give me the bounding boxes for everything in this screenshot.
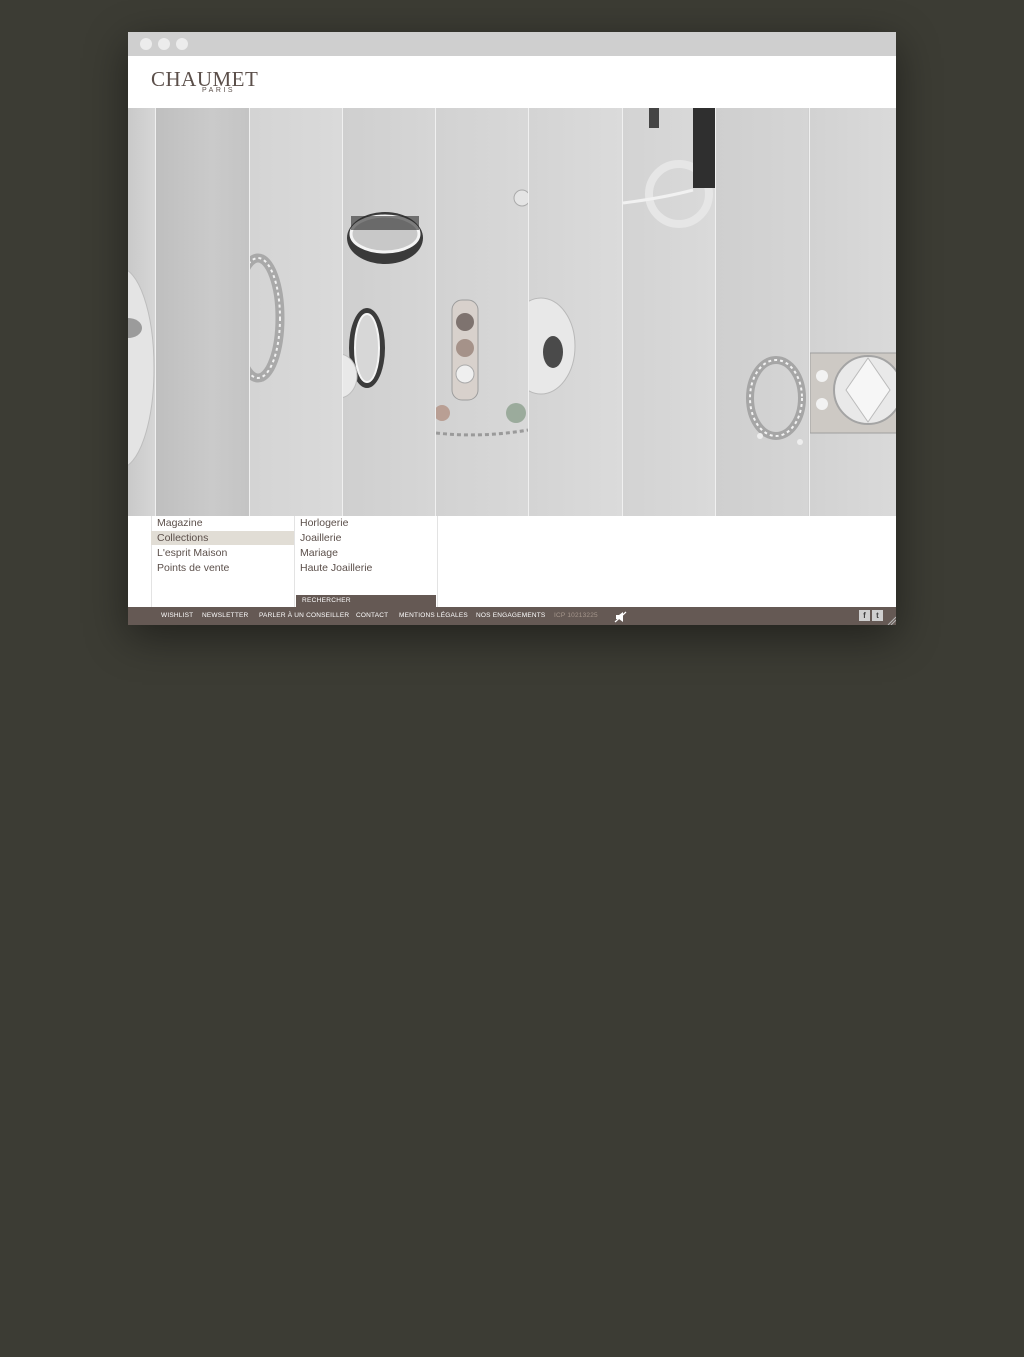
facebook-icon[interactable]: f <box>859 610 870 621</box>
footer-link-newsletter[interactable]: NEWSLETTER <box>202 607 248 625</box>
ring-image <box>250 253 285 383</box>
gallery-strip[interactable] <box>809 108 896 516</box>
menu-item-collections[interactable]: Collections <box>151 531 294 545</box>
minimize-dot[interactable] <box>158 38 170 50</box>
window-titlebar <box>128 32 896 56</box>
gallery-strip[interactable] <box>128 108 155 516</box>
speaker-mute-icon[interactable] <box>614 610 628 623</box>
ring-image <box>343 212 423 398</box>
footer-link-contact[interactable]: CONTACT <box>356 607 388 625</box>
submenu-item-haute-joaillerie[interactable]: Haute Joaillerie <box>294 561 437 575</box>
gallery-strip[interactable] <box>622 108 715 516</box>
gallery-strip[interactable] <box>435 108 528 516</box>
menu-item-magazine[interactable]: Magazine <box>151 516 294 530</box>
gallery-strip[interactable] <box>715 108 808 516</box>
resize-grip-icon[interactable] <box>886 615 896 625</box>
browser-window: CHAUMET PARIS Magazine Collections L'esp… <box>128 32 896 625</box>
menu-divider <box>437 516 438 607</box>
submenu-item-mariage[interactable]: Mariage <box>294 546 437 560</box>
twitter-icon[interactable]: t <box>872 610 883 621</box>
submenu-item-joaillerie[interactable]: Joaillerie <box>294 531 437 545</box>
submenu-item-horlogerie[interactable]: Horlogerie <box>294 516 437 530</box>
footer-icp: ICP 10213225 <box>554 612 598 619</box>
close-dot[interactable] <box>140 38 152 50</box>
ring-image <box>746 356 806 445</box>
footer-link-mentions-legales[interactable]: MENTIONS LÉGALES <box>399 607 468 625</box>
footer-link-engagements[interactable]: NOS ENGAGEMENTS <box>476 607 545 625</box>
brand-tagline: PARIS <box>202 87 235 94</box>
ring-image <box>810 352 896 434</box>
footer-link-conseiller[interactable]: PARLER À UN CONSEILLER <box>259 607 349 625</box>
gallery-strip[interactable] <box>528 108 622 516</box>
footer-link-wishlist[interactable]: WISHLIST <box>161 607 193 625</box>
ring-image <box>623 108 715 228</box>
jewelry-gallery[interactable] <box>128 108 896 516</box>
ring-image <box>529 297 576 395</box>
menu-item-points-de-vente[interactable]: Points de vente <box>151 561 294 575</box>
site-header: CHAUMET PARIS <box>128 56 896 108</box>
gallery-strip[interactable] <box>249 108 342 516</box>
ring-image <box>436 189 528 437</box>
search-button[interactable]: RECHERCHER <box>296 595 436 607</box>
gallery-strip[interactable] <box>155 108 249 516</box>
footer-bar: WISHLIST NEWSLETTER PARLER À UN CONSEILL… <box>128 607 896 625</box>
ring-image <box>128 270 155 466</box>
maximize-dot[interactable] <box>176 38 188 50</box>
menu-item-esprit-maison[interactable]: L'esprit Maison <box>151 546 294 560</box>
main-menu: Magazine Collections L'esprit Maison Poi… <box>128 516 896 607</box>
gallery-strip[interactable] <box>342 108 435 516</box>
